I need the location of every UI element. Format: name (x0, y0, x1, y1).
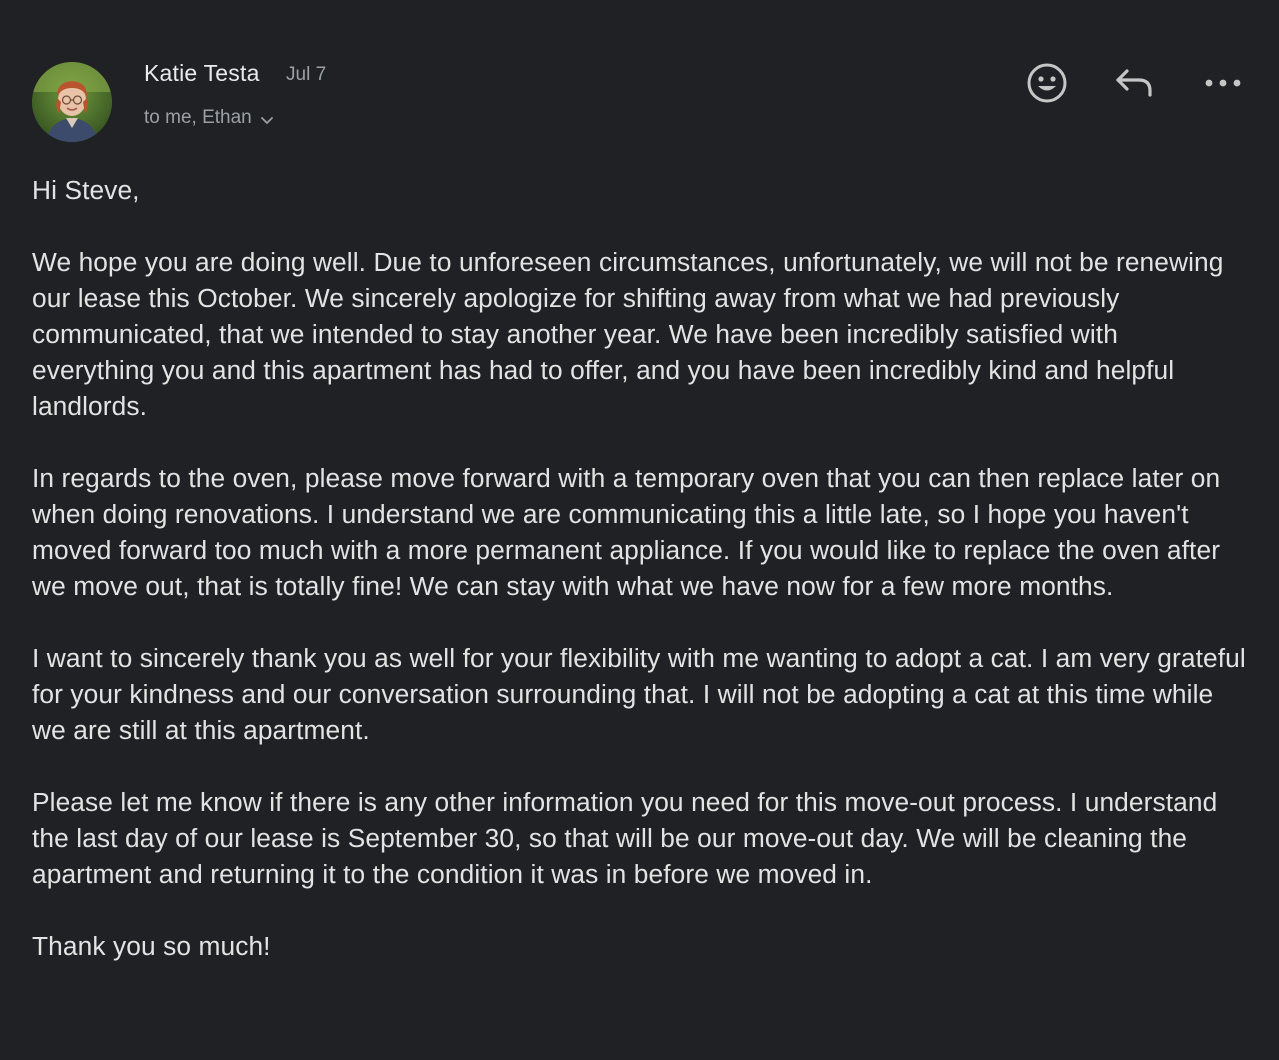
more-horizontal-icon (1205, 79, 1241, 87)
email-paragraph: We hope you are doing well. Due to unfor… (32, 247, 1224, 421)
email-header: Katie Testa Jul 7 to me, Ethan (0, 0, 1279, 160)
sender-photo-icon (32, 62, 112, 142)
smiley-face-icon (1027, 63, 1067, 103)
email-greeting: Hi Steve, (32, 175, 140, 205)
sent-date: Jul 7 (286, 64, 327, 85)
reply-button[interactable] (1110, 58, 1160, 108)
recipients-toggle[interactable]: to me, Ethan (144, 107, 274, 129)
chevron-down-icon (260, 117, 273, 124)
recipients-label: to me, Ethan (144, 107, 252, 128)
email-paragraph: Please let me know if there is any other… (32, 787, 1218, 889)
more-options-button[interactable] (1198, 58, 1248, 108)
email-closing: Thank you so much! (32, 931, 271, 961)
sender-avatar[interactable] (32, 62, 112, 142)
add-reaction-button[interactable] (1022, 58, 1072, 108)
email-body: Hi Steve, We hope you are doing well. Du… (32, 172, 1247, 1000)
email-paragraph: I want to sincerely thank you as well fo… (32, 643, 1246, 745)
email-paragraph: In regards to the oven, please move forw… (32, 463, 1221, 601)
sender-name[interactable]: Katie Testa (144, 60, 260, 87)
reply-arrow-icon (1116, 69, 1152, 97)
